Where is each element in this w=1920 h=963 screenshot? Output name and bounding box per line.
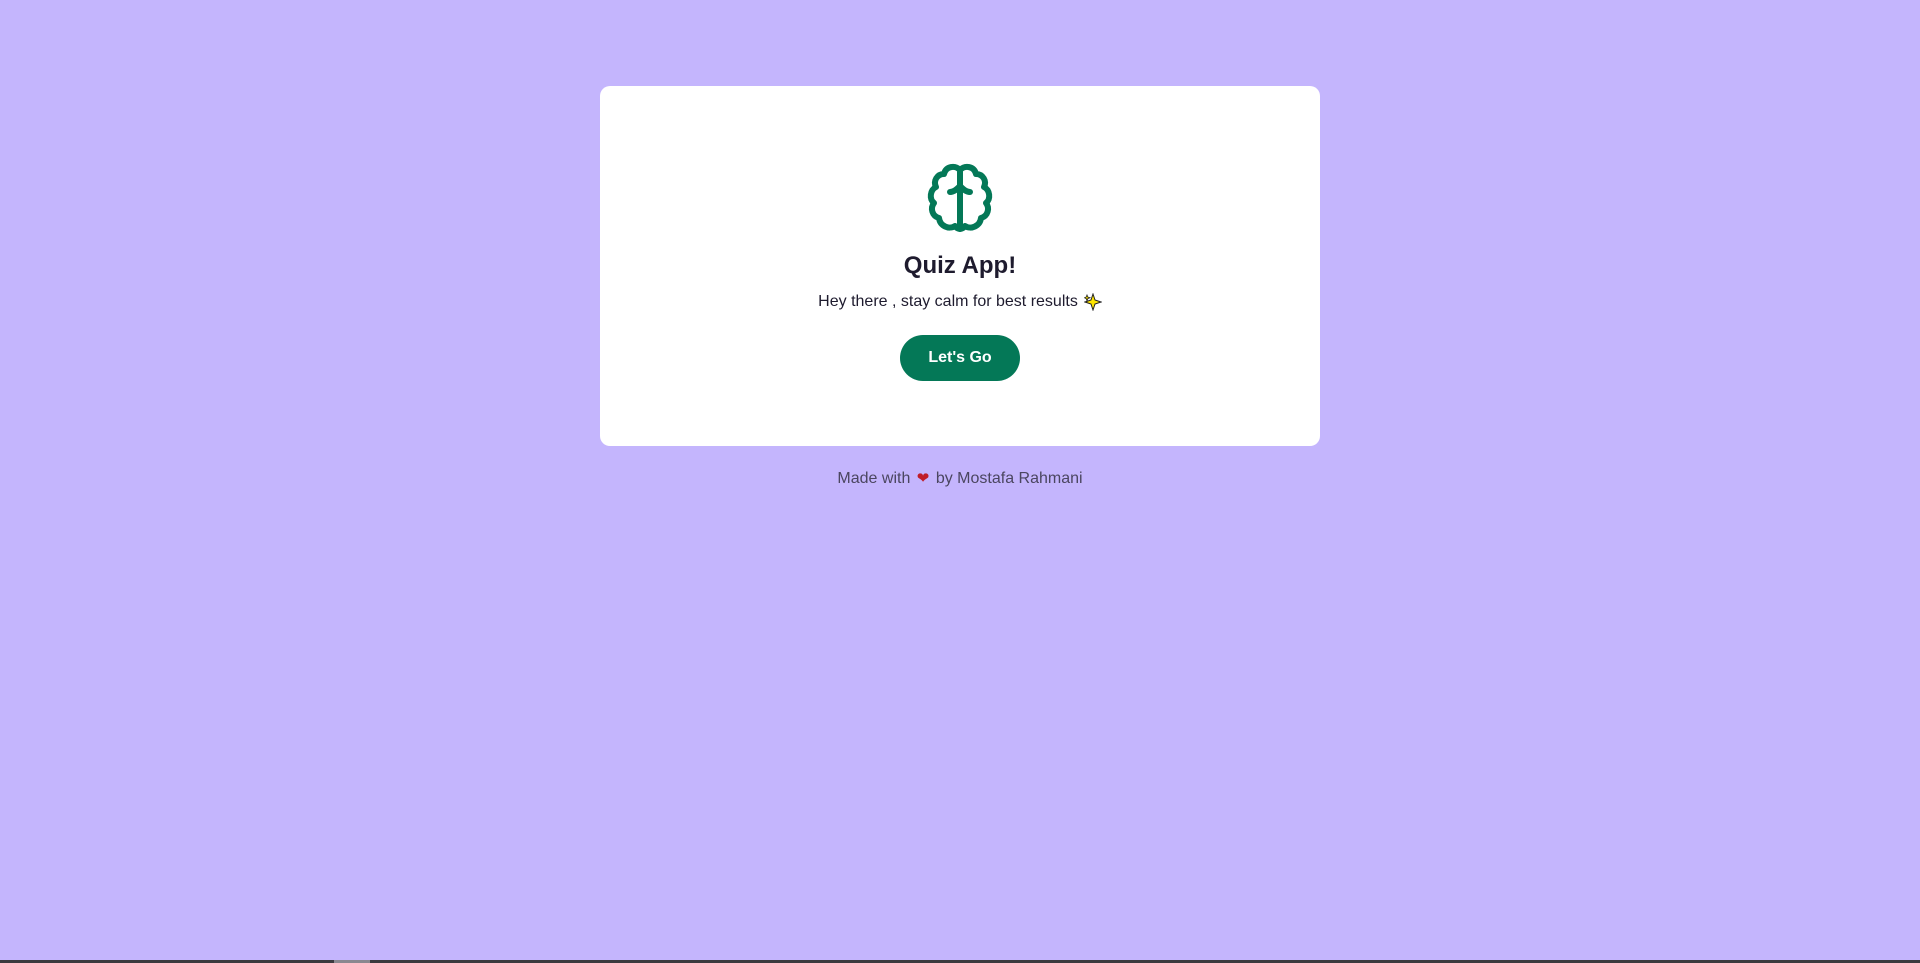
welcome-subtitle: Hey there , stay calm for best results — [818, 292, 1102, 312]
page-title: Quiz App! — [903, 252, 1017, 279]
footer-suffix: by Mostafa Rahmani — [935, 470, 1083, 487]
footer-credit: Made with ❤ by Mostafa Rahmani — [0, 468, 1920, 490]
heart-icon: ❤ — [916, 470, 930, 487]
page: Quiz App! Hey there , stay calm for best… — [0, 0, 1920, 963]
subtitle-text: Hey there , stay calm for best results — [818, 293, 1078, 310]
brain-icon — [927, 163, 993, 232]
footer-prefix: Made with — [837, 470, 911, 487]
welcome-card: Quiz App! Hey there , stay calm for best… — [600, 86, 1320, 446]
lets-go-button[interactable]: Let's Go — [900, 335, 1020, 381]
sparkle-icon — [1083, 293, 1102, 311]
